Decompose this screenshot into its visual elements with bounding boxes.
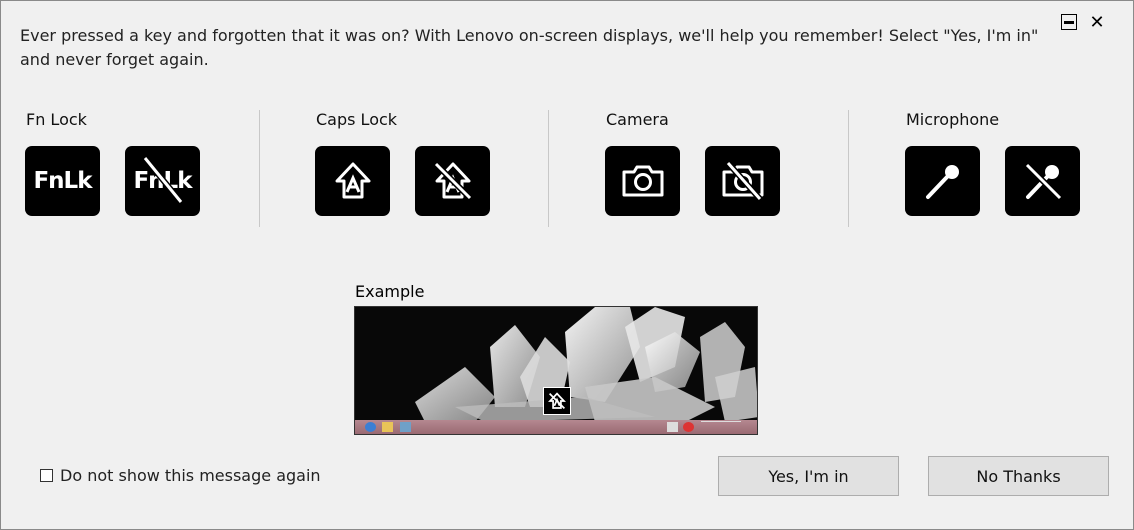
camera-on-tile[interactable]: [605, 146, 680, 216]
osd-preview: [543, 387, 571, 415]
caps-lock-off-icon: [433, 161, 472, 201]
camera-on-icon: [622, 165, 663, 197]
minimize-button[interactable]: [1059, 12, 1079, 32]
microphone-on-tile[interactable]: [905, 146, 980, 216]
caps-lock-off-tile[interactable]: [415, 146, 490, 216]
camera-title: Camera: [606, 110, 669, 129]
tray-icon: [667, 422, 678, 432]
no-thanks-button[interactable]: No Thanks: [928, 456, 1109, 496]
intro-message: Ever pressed a key and forgotten that it…: [20, 26, 1039, 69]
divider: [848, 110, 849, 227]
do-not-show-label: Do not show this message again: [60, 466, 321, 485]
clock-area: [701, 421, 741, 432]
divider: [548, 110, 549, 227]
microphone-off-tile[interactable]: [1005, 146, 1080, 216]
caps-lock-off-icon: [548, 392, 566, 410]
yes-button[interactable]: Yes, I'm in: [718, 456, 899, 496]
folder-icon: [382, 422, 393, 432]
microphone-off-icon: [1024, 162, 1062, 201]
do-not-show-checkbox-row[interactable]: Do not show this message again: [40, 466, 321, 485]
camera-off-tile[interactable]: [705, 146, 780, 216]
example-label: Example: [355, 282, 425, 301]
close-button[interactable]: ✕: [1087, 12, 1107, 33]
taskbar: [355, 420, 757, 434]
dialog-window: Ever pressed a key and forgotten that it…: [0, 0, 1134, 530]
caps-lock-on-icon: [335, 162, 370, 199]
fn-lock-on-label: FnLk: [33, 168, 92, 194]
app-icon: [400, 422, 411, 432]
do-not-show-checkbox[interactable]: [40, 469, 53, 482]
microphone-title: Microphone: [906, 110, 1000, 129]
crystal-image: [415, 307, 757, 422]
microphone-on-icon: [925, 165, 959, 199]
example-preview: [354, 306, 758, 435]
browser-icon: [365, 422, 376, 432]
divider: [259, 110, 260, 227]
strike-icon: [142, 156, 184, 204]
fn-lock-title: Fn Lock: [26, 110, 87, 129]
fn-lock-off-tile[interactable]: FnLk: [125, 146, 200, 216]
camera-off-icon: [722, 161, 763, 201]
minimize-icon: [1061, 14, 1077, 30]
caps-lock-title: Caps Lock: [316, 110, 398, 129]
caps-lock-on-tile[interactable]: [315, 146, 390, 216]
fn-lock-on-tile[interactable]: FnLk: [25, 146, 100, 216]
tray-icon: [683, 422, 694, 432]
